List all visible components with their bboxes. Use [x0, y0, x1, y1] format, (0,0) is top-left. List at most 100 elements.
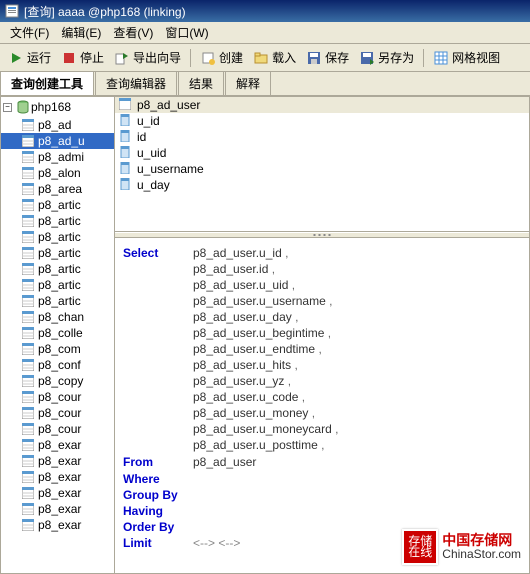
table-icon: [21, 278, 35, 292]
fields-table-header[interactable]: p8_ad_user: [115, 97, 529, 113]
load-icon: [253, 50, 269, 66]
column-icon: [119, 162, 133, 176]
sql-select-row[interactable]: Select p8_ad_user.u_id ,: [123, 246, 521, 261]
tree-table-item[interactable]: p8_ad: [1, 117, 114, 133]
stop-icon: [61, 50, 77, 66]
table-icon: [21, 406, 35, 420]
tree-table-item[interactable]: p8_cour: [1, 421, 114, 437]
tree-table-item[interactable]: p8_cour: [1, 389, 114, 405]
main-area: − php168 p8_adp8_ad_up8_admip8_alonp8_ar…: [0, 96, 530, 574]
watermark-cn: 中国存储网: [442, 533, 521, 547]
tree-table-item[interactable]: p8_conf: [1, 357, 114, 373]
field-item[interactable]: u_day: [115, 177, 529, 193]
save-icon: [306, 50, 322, 66]
field-item[interactable]: u_id: [115, 113, 529, 129]
run-button[interactable]: 运行: [4, 47, 55, 68]
titlebar: [查询] aaaa @php168 (linking): [0, 0, 530, 22]
tree-table-item[interactable]: p8_artic: [1, 213, 114, 229]
tree-table-item[interactable]: p8_cour: [1, 405, 114, 421]
tree-table-item[interactable]: p8_artic: [1, 261, 114, 277]
tree-table-item[interactable]: p8_alon: [1, 165, 114, 181]
tree-table-item[interactable]: p8_artic: [1, 197, 114, 213]
field-item[interactable]: u_username: [115, 161, 529, 177]
column-icon: [119, 178, 133, 192]
save-button[interactable]: 保存: [302, 47, 353, 68]
sql-select-row[interactable]: p8_ad_user.u_posttime ,: [123, 438, 521, 453]
table-icon: [21, 358, 35, 372]
tab-results[interactable]: 结果: [178, 71, 224, 95]
save-as-button[interactable]: 另存为: [355, 47, 418, 68]
create-button[interactable]: 创建: [196, 47, 247, 68]
tree-panel: − php168 p8_adp8_ad_up8_admip8_alonp8_ar…: [0, 96, 115, 574]
export-icon: [114, 50, 130, 66]
load-button[interactable]: 载入: [249, 47, 300, 68]
table-icon: [21, 326, 35, 340]
tree-table-item[interactable]: p8_artic: [1, 229, 114, 245]
column-icon: [119, 114, 133, 128]
table-icon: [21, 214, 35, 228]
stop-button[interactable]: 停止: [57, 47, 108, 68]
menu-window[interactable]: 窗口(W): [159, 22, 214, 43]
tabs: 查询创建工具 查询编辑器 结果 解释: [0, 72, 530, 96]
toolbar-separator: [423, 49, 424, 67]
tree-root[interactable]: − php168: [1, 97, 114, 117]
menu-file[interactable]: 文件(F): [4, 22, 55, 43]
tree-table-item[interactable]: p8_area: [1, 181, 114, 197]
tree-table-item[interactable]: p8_artic: [1, 293, 114, 309]
export-wizard-button[interactable]: 导出向导: [110, 47, 185, 68]
tree-table-item[interactable]: p8_exar: [1, 485, 114, 501]
tree-table-item[interactable]: p8_exar: [1, 437, 114, 453]
tree-table-item[interactable]: p8_artic: [1, 245, 114, 261]
table-icon: [21, 486, 35, 500]
sql-select-row[interactable]: p8_ad_user.u_username ,: [123, 294, 521, 309]
menu-view[interactable]: 查看(V): [107, 22, 159, 43]
tree-table-item[interactable]: p8_exar: [1, 501, 114, 517]
tree-table-item[interactable]: p8_exar: [1, 453, 114, 469]
sql-select-row[interactable]: p8_ad_user.u_money ,: [123, 406, 521, 421]
tab-query-builder[interactable]: 查询创建工具: [0, 71, 94, 95]
sql-select-row[interactable]: p8_ad_user.u_endtime ,: [123, 342, 521, 357]
tree-table-item[interactable]: p8_colle: [1, 325, 114, 341]
table-icon: [21, 438, 35, 452]
table-icon: [21, 294, 35, 308]
sql-select-row[interactable]: p8_ad_user.u_uid ,: [123, 278, 521, 293]
menu-edit[interactable]: 编辑(E): [55, 22, 107, 43]
create-icon: [200, 50, 216, 66]
sql-groupby-row[interactable]: Group By: [123, 488, 521, 503]
sql-select-row[interactable]: p8_ad_user.u_moneycard ,: [123, 422, 521, 437]
fields-panel: p8_ad_user u_ididu_uidu_usernameu_day: [115, 97, 529, 232]
tree-table-item[interactable]: p8_exar: [1, 517, 114, 533]
sql-from-row[interactable]: Fromp8_ad_user: [123, 455, 521, 470]
tree-table-item[interactable]: p8_chan: [1, 309, 114, 325]
table-icon: [21, 198, 35, 212]
play-icon: [8, 50, 24, 66]
title-text: [查询] aaaa @php168 (linking): [24, 3, 186, 20]
table-icon: [21, 374, 35, 388]
sql-select-row[interactable]: p8_ad_user.u_begintime ,: [123, 326, 521, 341]
table-icon: [21, 518, 35, 532]
tab-explain[interactable]: 解释: [225, 71, 271, 95]
sql-select-row[interactable]: p8_ad_user.u_code ,: [123, 390, 521, 405]
sql-where-row[interactable]: Where: [123, 472, 521, 487]
tree-table-item[interactable]: p8_copy: [1, 373, 114, 389]
sql-select-row[interactable]: p8_ad_user.u_day ,: [123, 310, 521, 325]
tree-table-item[interactable]: p8_com: [1, 341, 114, 357]
grid-view-button[interactable]: 网格视图: [429, 47, 504, 68]
watermark-logo: 存储 在线: [402, 529, 438, 565]
tab-query-editor[interactable]: 查询编辑器: [95, 71, 177, 95]
sql-select-row[interactable]: p8_ad_user.u_hits ,: [123, 358, 521, 373]
field-item[interactable]: u_uid: [115, 145, 529, 161]
table-icon: [21, 134, 35, 148]
tree-table-item[interactable]: p8_artic: [1, 277, 114, 293]
tree-table-item[interactable]: p8_ad_u: [1, 133, 114, 149]
sql-panel[interactable]: Select p8_ad_user.u_id , p8_ad_user.id ,…: [115, 238, 529, 573]
sql-select-row[interactable]: p8_ad_user.id ,: [123, 262, 521, 277]
table-icon: [21, 310, 35, 324]
expander-icon[interactable]: −: [3, 103, 12, 112]
tree-table-item[interactable]: p8_admi: [1, 149, 114, 165]
field-item[interactable]: id: [115, 129, 529, 145]
tree-table-item[interactable]: p8_exar: [1, 469, 114, 485]
sql-select-row[interactable]: p8_ad_user.u_yz ,: [123, 374, 521, 389]
database-icon: [15, 99, 31, 115]
sql-having-row[interactable]: Having: [123, 504, 521, 519]
